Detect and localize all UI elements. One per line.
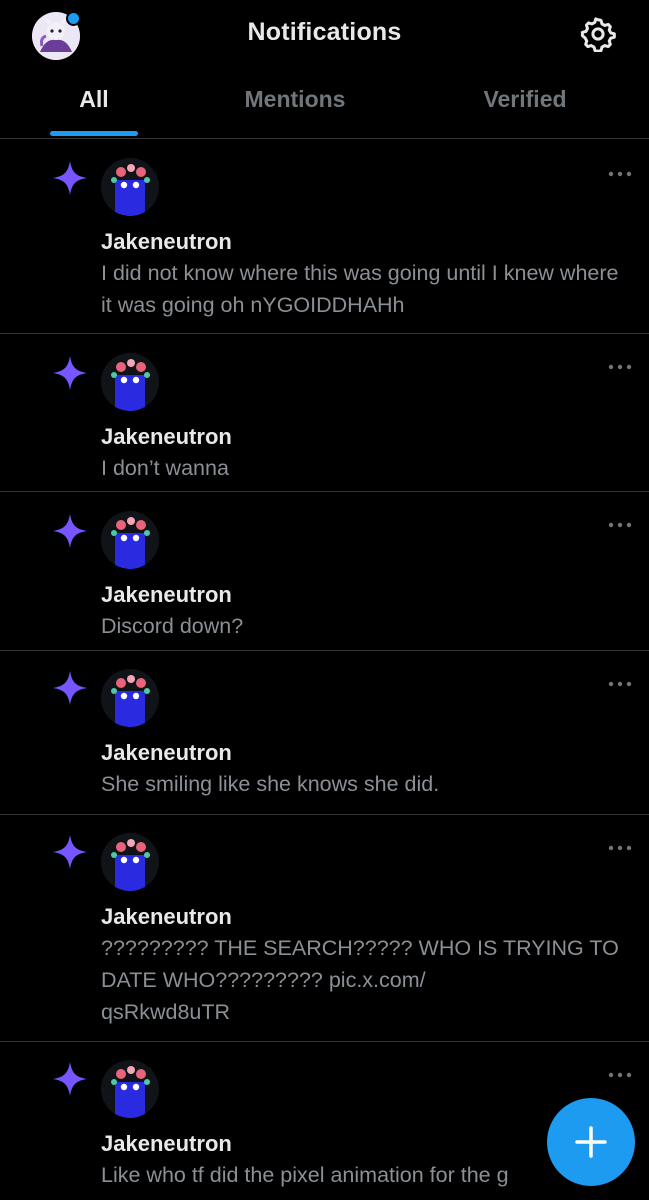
avatar[interactable] — [101, 1060, 159, 1118]
notification-item[interactable]: Jakeneutron She smiling like she knows s… — [0, 651, 649, 815]
sparkle-icon — [52, 1061, 88, 1097]
plus-icon — [575, 1126, 607, 1158]
notification-item[interactable]: Jakeneutron Discord down? — [0, 492, 649, 651]
more-options-icon[interactable] — [606, 1070, 634, 1080]
avatar[interactable] — [101, 158, 159, 216]
sparkle-icon — [52, 670, 88, 706]
avatar[interactable] — [101, 353, 159, 411]
avatar[interactable] — [101, 833, 159, 891]
author-name[interactable]: Jakeneutron — [101, 424, 232, 450]
notification-item[interactable]: Jakeneutron I did not know where this wa… — [0, 139, 649, 334]
active-tab-indicator — [50, 131, 138, 136]
author-name[interactable]: Jakeneutron — [101, 1131, 232, 1157]
notification-item[interactable]: Jakeneutron I don’t wanna — [0, 334, 649, 492]
author-name[interactable]: Jakeneutron — [101, 740, 232, 766]
sparkle-icon — [52, 160, 88, 196]
sparkle-icon — [52, 513, 88, 549]
sparkle-icon — [52, 355, 88, 391]
more-options-icon[interactable] — [606, 843, 634, 853]
more-options-icon[interactable] — [606, 679, 634, 689]
author-name[interactable]: Jakeneutron — [101, 582, 232, 608]
author-name[interactable]: Jakeneutron — [101, 229, 232, 255]
tab-verified[interactable]: Verified — [450, 86, 600, 113]
top-bar: Notifications All Mentions Verified — [0, 0, 649, 139]
notification-text: I don’t wanna — [101, 456, 229, 480]
notification-item[interactable]: Jakeneutron ????????? THE SEARCH????? WH… — [0, 815, 649, 1042]
page-title: Notifications — [247, 18, 402, 46]
tab-all[interactable]: All — [50, 86, 138, 113]
more-options-icon[interactable] — [606, 362, 634, 372]
notification-text: She smiling like she knows she did. — [101, 772, 440, 796]
avatar[interactable] — [101, 669, 159, 727]
tab-mentions[interactable]: Mentions — [210, 86, 380, 113]
more-options-icon[interactable] — [606, 169, 634, 179]
author-name[interactable]: Jakeneutron — [101, 904, 232, 930]
more-options-icon[interactable] — [606, 520, 634, 530]
compose-button[interactable] — [547, 1098, 635, 1186]
notification-text: ????????? THE SEARCH????? WHO IS TRYING … — [101, 936, 619, 1024]
notification-text: I did not know where this was going unti… — [101, 261, 625, 317]
sparkle-icon — [52, 834, 88, 870]
avatar[interactable] — [101, 511, 159, 569]
settings-gear-icon[interactable] — [580, 16, 616, 53]
notification-text: Discord down? — [101, 614, 244, 638]
